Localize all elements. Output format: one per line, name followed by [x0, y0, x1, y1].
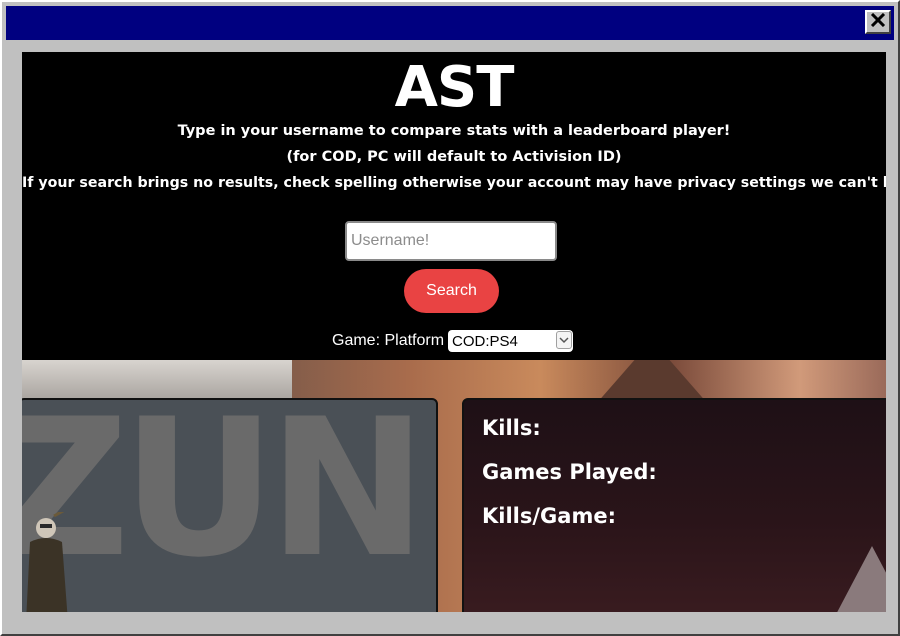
kills-per-game-label: Kills/Game: [482, 504, 616, 528]
game-banner-text: ZUN [22, 398, 427, 599]
privacy-note: If your search brings no results, check … [22, 175, 886, 191]
soldier-image [26, 512, 68, 612]
search-button[interactable]: Search [404, 269, 499, 313]
chevron-down-icon [556, 331, 573, 349]
title-bar[interactable] [6, 6, 894, 40]
platform-selected-value: COD:PS4 [452, 332, 518, 350]
username-input[interactable] [345, 221, 557, 261]
background-building [22, 360, 292, 400]
platform-note: (for COD, PC will default to Activision … [286, 149, 622, 165]
decorative-triangle [832, 546, 886, 612]
platform-row: Game: Platform COD:PS4 [332, 329, 574, 353]
main-content: AST Type in your username to compare sta… [22, 52, 886, 612]
games-played-label: Games Played: [482, 460, 657, 484]
game-banner-card: ZUN [22, 398, 438, 612]
kills-label: Kills: [482, 416, 541, 440]
close-icon [870, 12, 886, 32]
platform-label: Game: Platform [332, 332, 445, 349]
instruction-text: Type in your username to compare stats w… [177, 123, 731, 139]
search-header: AST Type in your username to compare sta… [22, 52, 886, 360]
stats-card: Kills: Games Played: Kills/Game: [462, 398, 886, 612]
page-title: AST [394, 55, 515, 120]
close-button[interactable] [865, 10, 891, 34]
platform-select[interactable]: COD:PS4 [448, 330, 574, 352]
app-window: AST Type in your username to compare sta… [0, 0, 900, 636]
